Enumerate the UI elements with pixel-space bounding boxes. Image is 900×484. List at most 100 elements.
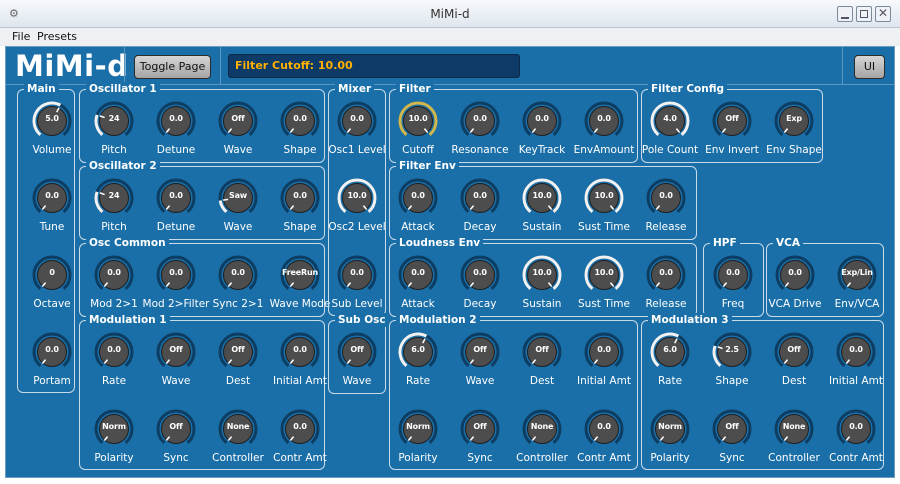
knob-mod2-contr-amt[interactable]: 0.0 Contr Amt: [572, 409, 636, 479]
knob-value: 0.0: [169, 114, 183, 123]
panel-osc-common: Osc Common 0.0 Mod 2>1 0.0 Mod 2>Filter 0.0 Sy…: [79, 236, 330, 317]
knob-value: 0.0: [411, 268, 425, 277]
knob-mod3-initial-amt[interactable]: 0.0 Initial Amt: [824, 332, 888, 402]
knob-value: 0.0: [293, 191, 307, 200]
knob-value: FreeRun: [282, 268, 318, 277]
knob-main-tune[interactable]: 0.0 Tune: [20, 178, 84, 248]
knob-value: 0.0: [107, 268, 121, 277]
knob-mod2-rate[interactable]: 6.0 Rate: [386, 332, 450, 402]
knob-filter-config-pole-count[interactable]: 4.0 Pole Count: [638, 101, 702, 171]
knob-value: None: [530, 422, 554, 431]
synth-panel: MiMi-d Toggle Page Filter Cutoff: 10.00 …: [5, 46, 895, 478]
knob-filter-config-env-invert[interactable]: Off Env Invert: [700, 101, 764, 171]
app-logo: MiMi-d: [15, 49, 129, 83]
knob-value: 0.0: [659, 191, 673, 200]
knob-value: 0.0: [293, 345, 307, 354]
knob-mod1-wave[interactable]: Off Wave: [144, 332, 208, 402]
knob-value: 10.0: [594, 268, 614, 277]
knob-mixer-osc1-level[interactable]: 0.0 Osc1 Level: [325, 101, 389, 171]
knob-main-octave[interactable]: 0 Octave: [20, 255, 84, 325]
knob-mod1-polarity[interactable]: Norm Polarity: [82, 409, 146, 479]
menu-bar: File Presets: [0, 28, 900, 46]
knob-mod3-contr-amt[interactable]: 0.0 Contr Amt: [824, 409, 888, 479]
knob-loudness-env-sust-time[interactable]: 10.0 Sust Time: [572, 255, 636, 325]
knob-loudness-env-sustain[interactable]: 10.0 Sustain: [510, 255, 574, 325]
knob-osc2-shape[interactable]: 0.0 Shape: [268, 178, 332, 248]
knob-mod3-shape[interactable]: 2.5 Shape: [700, 332, 764, 402]
knob-value: 0.0: [169, 268, 183, 277]
menu-presets[interactable]: Presets: [37, 30, 77, 43]
knob-mod1-rate[interactable]: 0.0 Rate: [82, 332, 146, 402]
knob-mod2-initial-amt[interactable]: 0.0 Initial Amt: [572, 332, 636, 402]
panel-title: Modulation 2: [396, 313, 480, 327]
title-bar[interactable]: ⚙ MiMi-d ✕: [0, 0, 900, 28]
knob-mod1-dest[interactable]: Off Dest: [206, 332, 270, 402]
knob-mod1-controller[interactable]: None Controller: [206, 409, 270, 479]
knob-value: Off: [169, 422, 183, 431]
panel-mod2: Modulation 2 6.0 Rate Off Wave Off Dest 0.0 Init…: [386, 313, 638, 470]
knob-value: 24: [108, 191, 120, 200]
knob-osc-common-wave-mode[interactable]: FreeRun Wave Mode: [268, 255, 332, 325]
panel-title: HPF: [710, 236, 740, 250]
knob-value: Norm: [102, 422, 126, 431]
knob-value: 0.0: [597, 422, 611, 431]
knob-main-volume[interactable]: 5.0 Volume: [20, 101, 84, 171]
panel-title: Filter Env: [396, 159, 459, 173]
knob-mod3-sync[interactable]: Off Sync: [700, 409, 764, 479]
panel-title: Filter: [396, 82, 434, 96]
knob-mod3-controller[interactable]: None Controller: [762, 409, 826, 479]
header-divider: [842, 47, 843, 84]
panel-loudness-env: Loudness Env 0.0 Attack 0.0 Decay 10.0 Sustain…: [389, 236, 697, 317]
knob-mod1-sync[interactable]: Off Sync: [144, 409, 208, 479]
knob-mod3-polarity[interactable]: Norm Polarity: [638, 409, 702, 479]
maximize-button[interactable]: [856, 6, 872, 22]
window-title: MiMi-d: [430, 7, 470, 21]
knob-mod1-contr-amt[interactable]: 0.0 Contr Amt: [268, 409, 332, 479]
knob-sub-osc-wave[interactable]: Off Wave: [325, 332, 389, 402]
knob-value: None: [226, 422, 250, 431]
knob-vca-vca-drive[interactable]: 0.0 VCA Drive: [763, 255, 827, 325]
minimize-button[interactable]: [837, 6, 853, 22]
knob-value: 2.5: [725, 345, 739, 354]
knob-mod2-sync[interactable]: Off Sync: [448, 409, 512, 479]
knob-mod2-wave[interactable]: Off Wave: [448, 332, 512, 402]
knob-filter-config-env-shape[interactable]: Exp Env Shape: [762, 101, 826, 171]
menu-file[interactable]: File: [12, 30, 30, 43]
knob-filter-envamount[interactable]: 0.0 EnvAmount: [572, 101, 636, 171]
knob-value: Off: [725, 114, 739, 123]
knob-value: Off: [350, 345, 364, 354]
knob-value: Off: [231, 345, 245, 354]
knob-filter-env-sustain[interactable]: 10.0 Sustain: [510, 178, 574, 248]
knob-value: 0.0: [293, 422, 307, 431]
parameter-status-display: Filter Cutoff: 10.00: [228, 54, 520, 78]
knob-main-portam[interactable]: 0.0 Portam: [20, 332, 84, 402]
toggle-page-button[interactable]: Toggle Page: [134, 55, 211, 79]
knob-mod3-rate[interactable]: 6.0 Rate: [638, 332, 702, 402]
panel-title: Filter Config: [648, 82, 728, 96]
knob-filter-env-release[interactable]: 0.0 Release: [634, 178, 698, 248]
knob-mixer-osc2-level[interactable]: 10.0 Osc2 Level: [325, 178, 389, 248]
knob-value: 0.0: [107, 345, 121, 354]
close-button[interactable]: ✕: [875, 6, 891, 22]
knob-mod2-dest[interactable]: Off Dest: [510, 332, 574, 402]
knob-value: 0.0: [535, 114, 549, 123]
knob-mod2-controller[interactable]: None Controller: [510, 409, 574, 479]
knob-value: 10.0: [408, 114, 428, 123]
knob-value: Off: [473, 422, 487, 431]
knob-osc-common-sync-2-1[interactable]: 0.0 Sync 2>1: [206, 255, 270, 325]
knob-vca-env-vca[interactable]: Exp/Lin Env/VCA: [825, 255, 889, 325]
header-divider: [124, 47, 125, 84]
knob-osc1-shape[interactable]: 0.0 Shape: [268, 101, 332, 171]
knob-value: 0.0: [849, 345, 863, 354]
ui-button[interactable]: UI: [854, 55, 885, 79]
knob-mod1-initial-amt[interactable]: 0.0 Initial Amt: [268, 332, 332, 402]
knob-value: 0.0: [169, 191, 183, 200]
knob-value: 6.0: [411, 345, 425, 354]
knob-osc1-wave[interactable]: Off Wave: [206, 101, 270, 171]
knob-filter-env-sust-time[interactable]: 10.0 Sust Time: [572, 178, 636, 248]
knob-mod2-polarity[interactable]: Norm Polarity: [386, 409, 450, 479]
knob-filter-keytrack[interactable]: 0.0 KeyTrack: [510, 101, 574, 171]
knob-mod3-dest[interactable]: Off Dest: [762, 332, 826, 402]
knob-osc2-wave[interactable]: Saw Wave: [206, 178, 270, 248]
knob-value: 10.0: [594, 191, 614, 200]
